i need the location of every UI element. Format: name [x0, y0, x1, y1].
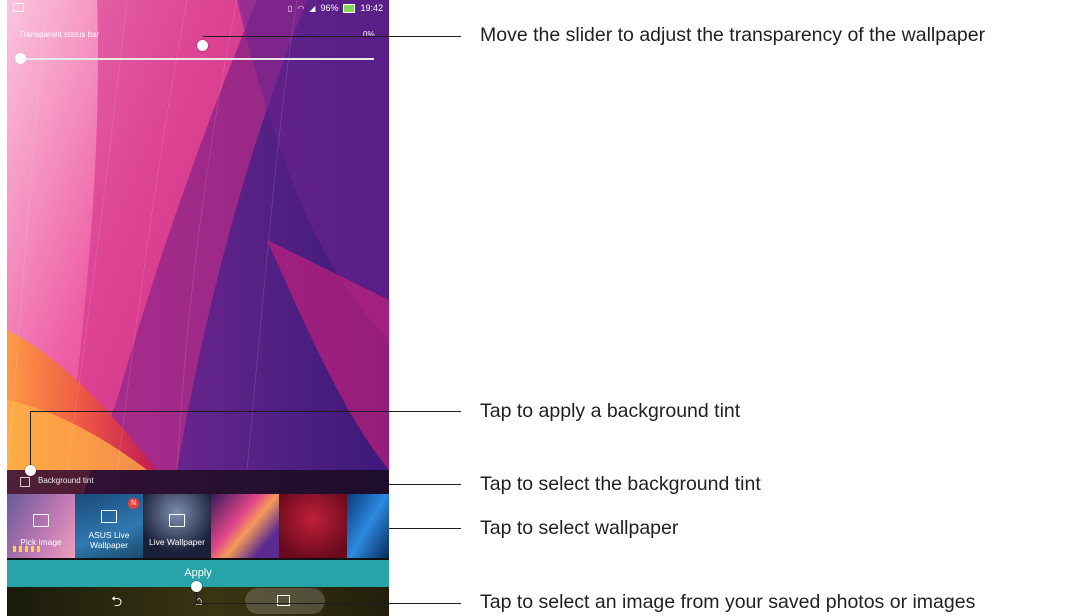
thumbnail-live-wallpaper[interactable]: Live Wallpaper: [143, 494, 211, 558]
transparency-value: 0%: [363, 30, 375, 39]
status-bar: ▯ ◠ ◢ 96% 19:42: [7, 0, 389, 17]
recents-icon[interactable]: [277, 595, 290, 606]
image-callout-line: [196, 603, 461, 604]
wallpaper-callout-text: Tap to select wallpaper: [480, 517, 679, 539]
thumbnail-label: Live Wallpaper: [149, 537, 205, 547]
status-time: 19:42: [360, 3, 383, 13]
new-badge: N: [128, 498, 139, 509]
image-callout-text: Tap to select an image from your saved p…: [480, 591, 976, 613]
thumbnail-label: ASUS Live Wallpaper: [88, 530, 130, 550]
tint-apply-callout-vline: [30, 411, 31, 467]
tint-apply-callout-line: [30, 411, 461, 412]
image-callout-dot: [191, 581, 202, 592]
background-tint-row[interactable]: Background tint: [7, 470, 389, 494]
back-icon[interactable]: ⮌: [111, 593, 122, 609]
transparency-slider[interactable]: [21, 58, 374, 60]
thumbnail-asus-live-wallpaper[interactable]: N ASUS Live Wallpaper: [75, 494, 143, 558]
wallpaper-callout-line: [389, 528, 461, 529]
battery-charging-icon: [343, 3, 356, 13]
gallery-icon: [101, 510, 117, 523]
transparency-slider-thumb[interactable]: [15, 53, 26, 64]
thumbnail-wallpaper-1[interactable]: [211, 494, 279, 558]
tint-select-callout-text: Tap to select the background tint: [480, 473, 761, 495]
signal-icon: ◢: [309, 3, 316, 13]
wallpaper-preview-screen: ▯ ◠ ◢ 96% 19:42 Transparent status bar 0…: [7, 0, 389, 616]
background-tint-checkbox[interactable]: [20, 477, 30, 487]
background-tint-label: Background tint: [38, 476, 94, 485]
slider-callout-line: [203, 36, 461, 37]
thumbnail-wallpaper-3[interactable]: [347, 494, 389, 558]
thumbnail-pick-image[interactable]: Pick image: [7, 494, 75, 558]
thumbnail-wallpaper-2[interactable]: [279, 494, 347, 558]
notification-image-icon: [13, 3, 24, 12]
tint-apply-callout-dot: [25, 465, 36, 476]
slider-callout-dot: [197, 40, 208, 51]
vibrate-icon: ▯: [287, 3, 293, 13]
transparent-status-bar-label: Transparent status bar: [19, 30, 100, 39]
wallpaper-thumbnail-strip: Pick image N ASUS Live Wallpaper Live Wa…: [7, 494, 389, 560]
wifi-icon: ◠: [297, 3, 305, 13]
status-bar-right: ▯ ◠ ◢ 96% 19:42: [288, 3, 383, 13]
slider-callout-text: Move the slider to adjust the transparen…: [480, 24, 986, 46]
tint-apply-callout-text: Tap to apply a background tint: [480, 400, 741, 422]
gallery-icon: [33, 514, 49, 527]
color-dots: [13, 546, 41, 552]
gallery-icon: [169, 514, 185, 527]
tint-select-callout-line: [389, 484, 461, 485]
battery-percent: 96%: [320, 3, 339, 13]
